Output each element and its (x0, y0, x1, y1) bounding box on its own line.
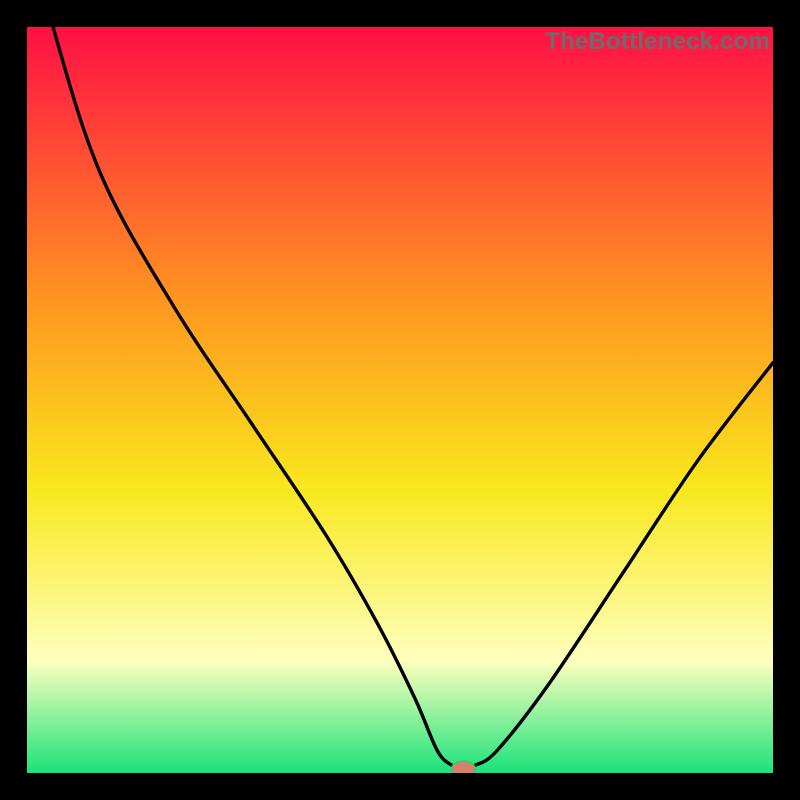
optimal-marker (451, 761, 475, 773)
chart-svg (27, 27, 773, 773)
chart-area (27, 27, 773, 773)
gradient-background (27, 27, 773, 773)
watermark-text: TheBottleneck.com (545, 28, 770, 56)
